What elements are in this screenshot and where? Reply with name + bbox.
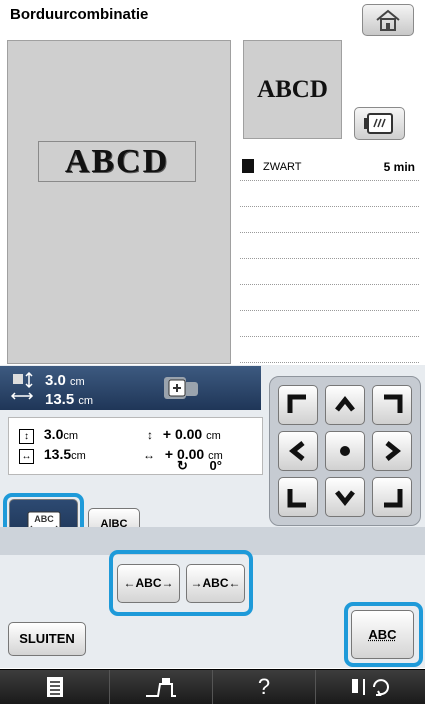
hoop-position-icon [164, 377, 198, 399]
thread-time: 5 min [383, 160, 415, 174]
center-button[interactable] [325, 431, 365, 471]
help-button[interactable]: ? [213, 670, 316, 704]
height-unit: cm [63, 430, 79, 442]
move-down-button[interactable] [325, 477, 365, 517]
embroidery-preview [7, 40, 231, 364]
list-item-empty [240, 233, 419, 259]
size-icon [11, 372, 34, 400]
move-up-left-button[interactable] [278, 385, 318, 425]
hoop-position-indicator [162, 374, 202, 402]
page-tab-button[interactable] [0, 670, 110, 704]
list-item-empty [240, 311, 419, 337]
chevron-down-icon [335, 490, 355, 507]
size-header: 3.0 cm 13.5 cm [0, 366, 261, 410]
list-item: ZWART 5 min [240, 155, 419, 181]
rotation-info: ↻ 0° [177, 458, 222, 474]
move-arrow-pad [269, 376, 421, 526]
page-title: Borduurcombinatie [10, 6, 149, 23]
document-icon [46, 677, 63, 697]
thread-swatch [242, 159, 254, 173]
needle-switch-icon [351, 679, 389, 696]
svg-text:ABC: ABC [34, 514, 54, 524]
chevron-right-icon [385, 441, 402, 461]
position-info: ↕ 3.0cm ↔ 13.5cm ↕ + 0.00 cm ↔ + 0.00 cm… [8, 417, 263, 475]
close-button[interactable]: SLUITEN [8, 622, 86, 656]
bottom-toolbar: ? [0, 669, 425, 704]
center-dot-icon [340, 446, 350, 456]
horizontal-move-icon: ↔ [143, 448, 155, 462]
corner-down-right-icon [384, 489, 403, 508]
corner-up-left-icon [287, 394, 306, 413]
hoop-select-button[interactable] [354, 107, 405, 140]
move-down-left-button[interactable] [278, 477, 318, 517]
width-info: ↔ 13.5cm [19, 446, 86, 464]
width-unit: cm [71, 450, 86, 462]
size-readout: 3.0 cm 13.5 cm [45, 373, 93, 409]
thread-color-list: ZWART 5 min [240, 155, 419, 363]
chevron-left-icon [288, 441, 305, 461]
move-down-right-button[interactable] [372, 477, 412, 517]
width-icon: ↔ [19, 449, 34, 464]
presser-foot-icon [146, 678, 176, 697]
pattern-thumbnail: ABCD [243, 40, 342, 139]
vertical-offset: ↕ + 0.00 cm [147, 426, 221, 442]
arc-text-right-button[interactable]: →ABC← [186, 564, 245, 603]
move-right-button[interactable] [372, 431, 412, 471]
height-value: 3.0 [43, 426, 64, 442]
rotate-icon: ↻ [177, 458, 188, 473]
move-up-right-button[interactable] [372, 385, 412, 425]
preview-pattern: ABCD [38, 141, 196, 182]
list-item-empty [240, 207, 419, 233]
width-value: 13.5 [43, 446, 72, 462]
list-item-empty [240, 337, 419, 363]
thread-color-name: ZWART [263, 161, 302, 173]
move-up-button[interactable] [325, 385, 365, 425]
move-left-button[interactable] [278, 431, 318, 471]
home-button[interactable] [362, 4, 414, 36]
hoop-icon [364, 113, 393, 134]
home-icon [376, 9, 400, 31]
needle-mode-button[interactable] [316, 670, 425, 704]
list-item-empty [240, 285, 419, 311]
height-info: ↕ 3.0cm [19, 426, 78, 444]
vertical-move-icon: ↕ [147, 428, 153, 442]
size-height-unit: cm [70, 376, 85, 388]
vertical-offset-value: + 0.00 [162, 426, 203, 442]
size-width-unit: cm [78, 395, 94, 407]
corner-up-right-icon [384, 394, 403, 413]
list-item-empty [240, 181, 419, 207]
vertical-offset-unit: cm [206, 430, 221, 442]
size-height-value: 3.0 [45, 372, 66, 389]
size-width-value: 13.5 [45, 391, 75, 408]
chevron-up-icon [335, 395, 355, 412]
height-icon: ↕ [19, 429, 34, 444]
sewing-settings-button[interactable] [110, 670, 213, 704]
corner-down-left-icon [287, 489, 306, 508]
text-edit-button[interactable]: ABC [351, 610, 414, 659]
rotation-value: 0° [209, 458, 222, 473]
arc-text-left-button[interactable]: ←ABC→ [117, 564, 180, 603]
list-item-empty [240, 259, 419, 285]
